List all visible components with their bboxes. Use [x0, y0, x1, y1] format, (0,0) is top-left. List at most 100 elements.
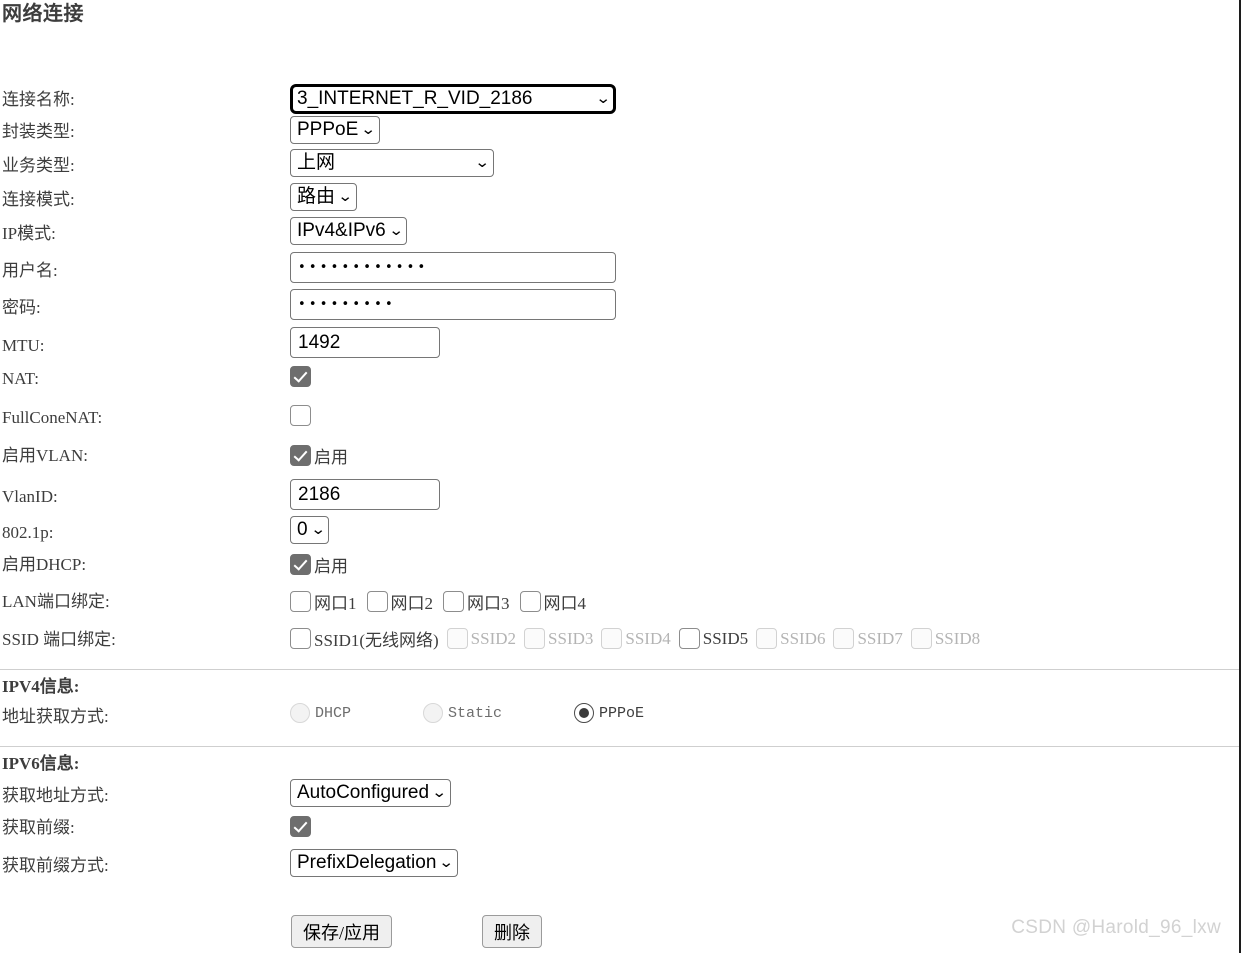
- row-dot1p: 802.1p: 0 ⌄: [0, 516, 1241, 551]
- enable-dhcp-checkbox-item[interactable]: 启用: [290, 552, 348, 577]
- label-service-type: 业务类型:: [2, 156, 75, 175]
- control-mtu: 1492: [290, 327, 1241, 358]
- row-fullconenat: FullConeNAT:: [0, 404, 1241, 442]
- enable-dhcp-checkbox[interactable]: [290, 554, 311, 575]
- ssid-port-checkbox-4: [601, 628, 623, 649]
- control-ip-mode: IPv4&IPv6 ⌄: [290, 217, 1241, 245]
- lan-port-item-1[interactable]: 网口1: [290, 589, 357, 614]
- fullconenat-checkbox[interactable]: [290, 405, 311, 426]
- ssid-port-checkbox-group: SSID1(无线网络) SSID2 SSID3 SSID4 SSID5 SSID6 SSID…: [290, 626, 1241, 651]
- control-password: •••••••••: [290, 289, 1241, 320]
- ipv4-section-header: IPV4信息:: [2, 677, 80, 696]
- ipv6-addr-mode-select[interactable]: AutoConfigured ⌄: [290, 779, 451, 807]
- row-enable-vlan: 启用VLAN: 启用: [0, 442, 1241, 479]
- ssid-port-checkbox-7: [833, 628, 855, 649]
- control-username: ••••••••••••: [290, 252, 1241, 283]
- ipv4-addr-mode-radio-3[interactable]: [574, 703, 595, 723]
- label-fullconenat: FullConeNAT:: [2, 408, 103, 427]
- chevron-down-icon: ⌄: [438, 854, 455, 871]
- ipv4-addr-mode-radio-label-3: PPPoE: [599, 704, 645, 722]
- connection-mode-select[interactable]: 路由 ⌄: [290, 183, 357, 211]
- lan-port-checkbox-3[interactable]: [443, 591, 464, 612]
- ssid-port-item-6: SSID6: [756, 628, 825, 649]
- chevron-down-icon: ⌄: [310, 521, 326, 538]
- ssid-port-label-8: SSID8: [934, 628, 981, 648]
- ipv4-addr-mode-radio-group: DHCP Static PPPoE: [290, 703, 1241, 723]
- ssid-port-item-4: SSID4: [601, 628, 671, 649]
- dot1p-select[interactable]: 0 ⌄: [290, 516, 330, 544]
- label-enable-dhcp: 启用DHCP:: [2, 555, 87, 574]
- ssid-port-item-8: SSID8: [910, 628, 981, 649]
- control-enable-vlan: 启用: [290, 442, 1241, 471]
- ipv4-addr-mode-option-2: Static: [423, 703, 502, 723]
- save-apply-button[interactable]: 保存/应用: [291, 915, 393, 948]
- row-mtu: MTU: 1492: [0, 327, 1241, 365]
- mtu-input[interactable]: 1492: [290, 327, 440, 358]
- label-ip-mode: IP模式:: [2, 224, 56, 243]
- connection-mode-value: 路由: [297, 186, 336, 207]
- ipv6-get-prefix-checkbox[interactable]: [290, 816, 311, 837]
- service-type-value: 上网: [297, 152, 336, 173]
- username-input[interactable]: ••••••••••••: [290, 252, 616, 283]
- lan-port-label-1: 网口1: [314, 594, 357, 613]
- delete-button[interactable]: 删除: [482, 915, 543, 948]
- encapsulation-select[interactable]: PPPoE ⌄: [290, 116, 380, 144]
- watermark: CSDN @Harold_96_lxw: [1011, 917, 1221, 938]
- label-ipv4-addr-mode: 地址获取方式:: [2, 707, 109, 726]
- row-lan-port-binding: LAN端口绑定: 网口1 网口2 网口3 网口4: [0, 588, 1241, 625]
- username-value: ••••••••••••: [298, 260, 429, 275]
- ipv6-prefix-mode-select[interactable]: PrefixDelegation ⌄: [290, 849, 458, 877]
- enable-vlan-checkbox-item[interactable]: 启用: [290, 443, 348, 468]
- ssid-port-item-1[interactable]: SSID1(无线网络): [290, 626, 439, 651]
- row-ipv6-prefix-mode: 获取前缀方式: PrefixDelegation ⌄: [0, 849, 1241, 884]
- password-input[interactable]: •••••••••: [290, 289, 616, 320]
- ipv6-prefix-mode-value: PrefixDelegation: [297, 852, 437, 873]
- ssid-port-label-1: SSID1(无线网络): [314, 631, 439, 650]
- ssid-port-checkbox-2: [446, 628, 468, 649]
- row-ip-mode: IP模式: IPv4&IPv6 ⌄: [0, 217, 1241, 252]
- lan-port-item-2[interactable]: 网口2: [366, 589, 433, 614]
- ssid-port-item-7: SSID7: [833, 628, 903, 649]
- ipv6-addr-mode-value: AutoConfigured: [297, 782, 430, 803]
- ssid-port-item-5[interactable]: SSID5: [678, 628, 748, 649]
- ip-mode-select[interactable]: IPv4&IPv6 ⌄: [290, 217, 408, 245]
- lan-port-checkbox-4[interactable]: [519, 591, 541, 612]
- chevron-down-icon: ⌄: [360, 121, 377, 138]
- ssid-port-item-3: SSID3: [524, 628, 593, 649]
- divider-ipv4: [0, 669, 1239, 670]
- connection-name-value: 3_INTERNET_R_VID_2186: [297, 88, 533, 109]
- row-connection-mode: 连接模式: 路由 ⌄: [0, 183, 1241, 217]
- page-title: 网络连接: [2, 3, 84, 25]
- lan-port-item-4[interactable]: 网口4: [519, 589, 586, 614]
- label-vlan-id: VlanID:: [2, 487, 58, 506]
- ipv4-addr-mode-option-3[interactable]: PPPoE: [574, 703, 644, 723]
- divider-ipv6: [0, 746, 1239, 747]
- lan-port-checkbox-1[interactable]: [290, 591, 311, 612]
- ssid-port-checkbox-5[interactable]: [678, 628, 700, 649]
- ipv4-addr-mode-radio-label-1: DHCP: [315, 704, 352, 722]
- ipv6-section-header: IPV6信息:: [2, 754, 80, 773]
- vlan-id-input[interactable]: 2186: [290, 479, 440, 510]
- lan-port-item-3[interactable]: 网口3: [443, 589, 510, 614]
- control-encapsulation: PPPoE ⌄: [290, 116, 1241, 144]
- chevron-down-icon: ⌄: [431, 784, 448, 801]
- ssid-port-checkbox-1[interactable]: [290, 628, 311, 649]
- ipv4-addr-mode-radio-1: [290, 703, 310, 723]
- service-type-select[interactable]: 上网 ⌄: [290, 149, 494, 177]
- enable-vlan-checkbox[interactable]: [290, 445, 311, 466]
- control-lan-port-binding: 网口1 网口2 网口3 网口4: [290, 588, 1241, 614]
- ssid-port-checkbox-8: [910, 628, 932, 649]
- connection-name-select[interactable]: 3_INTERNET_R_VID_2186 ⌄: [290, 84, 616, 114]
- network-connection-form: 连接名称: 3_INTERNET_R_VID_2186 ⌄ 封装类型: PPPo…: [0, 84, 1241, 884]
- chevron-down-icon: ⌄: [474, 154, 491, 171]
- nat-checkbox[interactable]: [290, 366, 311, 387]
- ssid-port-checkbox-3: [524, 628, 546, 649]
- lan-port-checkbox-2[interactable]: [366, 591, 388, 612]
- row-enable-dhcp: 启用DHCP: 启用: [0, 551, 1241, 588]
- control-ipv6-prefix-mode: PrefixDelegation ⌄: [290, 849, 1241, 877]
- enable-dhcp-label: 启用: [314, 557, 348, 576]
- control-service-type: 上网 ⌄: [290, 149, 1241, 177]
- password-value: •••••••••: [298, 297, 396, 312]
- vlan-id-value: 2186: [298, 483, 341, 505]
- ssid-port-checkbox-6: [756, 628, 778, 649]
